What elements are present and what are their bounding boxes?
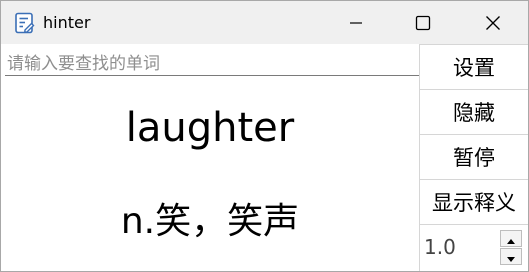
maximize-icon — [415, 15, 431, 31]
app-window: hinter laughter n.笑，笑声 设置 隐藏 暂停 显示释义 1.0 — [0, 0, 529, 272]
title-bar[interactable]: hinter — [1, 1, 528, 44]
close-button[interactable] — [458, 1, 528, 44]
pause-button[interactable]: 暂停 — [419, 134, 528, 179]
settings-button[interactable]: 设置 — [419, 44, 528, 89]
word-display: laughter — [125, 105, 295, 151]
spin-down-button[interactable] — [500, 248, 522, 265]
minimize-icon — [349, 16, 363, 30]
search-input[interactable] — [5, 52, 419, 76]
spin-up-button[interactable] — [500, 230, 522, 247]
minimize-button[interactable] — [321, 1, 391, 44]
chevron-up-icon — [507, 229, 515, 248]
notepad-icon — [14, 12, 36, 34]
main-content: laughter n.笑，笑声 设置 隐藏 暂停 显示释义 1.0 — [1, 44, 528, 271]
close-icon — [485, 15, 501, 31]
window-title: hinter — [43, 13, 91, 32]
chevron-down-icon — [507, 247, 515, 266]
spinbox-value[interactable]: 1.0 — [424, 235, 456, 259]
interval-spinbox[interactable]: 1.0 — [419, 224, 528, 271]
meaning-display: n.笑，笑声 — [120, 201, 300, 242]
show-meaning-button[interactable]: 显示释义 — [419, 179, 528, 224]
hide-button[interactable]: 隐藏 — [419, 89, 528, 134]
maximize-button[interactable] — [388, 1, 458, 44]
